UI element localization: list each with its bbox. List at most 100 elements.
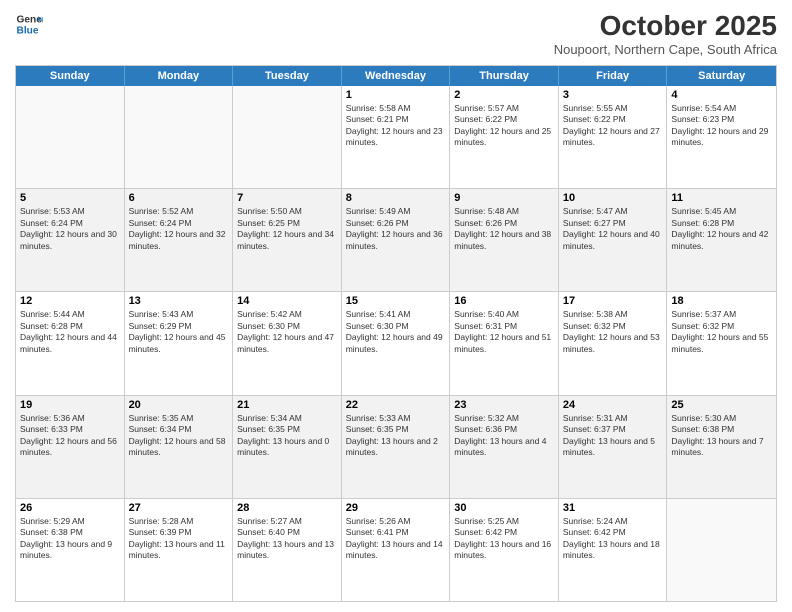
- cell-info: Sunrise: 5:50 AMSunset: 6:25 PMDaylight:…: [237, 206, 337, 252]
- cal-cell-15: 15 Sunrise: 5:41 AMSunset: 6:30 PMDayligh…: [342, 292, 451, 394]
- cal-cell-25: 25 Sunrise: 5:30 AMSunset: 6:38 PMDayligh…: [667, 396, 776, 498]
- cal-cell-31: 31Sunrise: 5:24 AMSunset: 6:42 PMDayligh…: [559, 499, 668, 601]
- cal-cell-11: 11Sunrise: 5:45 AMSunset: 6:28 PMDayligh…: [667, 189, 776, 291]
- week-row-5: 26Sunrise: 5:29 AMSunset: 6:38 PMDayligh…: [16, 499, 776, 601]
- cell-info: Sunrise: 5:36 AMSunset: 6:33 PMDaylight:…: [20, 413, 120, 459]
- cell-info: Sunrise: 5:48 AMSunset: 6:26 PMDaylight:…: [454, 206, 554, 252]
- cell-info: Sunrise: 5:57 AMSunset: 6:22 PMDaylight:…: [454, 103, 554, 149]
- calendar-header: SundayMondayTuesdayWednesdayThursdayFrid…: [16, 66, 776, 86]
- day-number: 20: [129, 399, 229, 411]
- cell-info: Sunrise: 5:37 AMSunset: 6:32 PMDaylight:…: [671, 309, 772, 355]
- day-number: 24: [563, 399, 663, 411]
- cal-cell-29: 29 Sunrise: 5:26 AMSunset: 6:41 PMDayligh…: [342, 499, 451, 601]
- cal-cell-5: 5 Sunrise: 5:53 AMSunset: 6:24 PMDaylight…: [16, 189, 125, 291]
- cell-info: Sunrise: 5:34 AMSunset: 6:35 PMDaylight:…: [237, 413, 337, 459]
- cell-info: Sunrise: 5:58 AMSunset: 6:21 PMDaylight:…: [346, 103, 446, 149]
- cell-info: Sunrise: 5:35 AMSunset: 6:34 PMDaylight:…: [129, 413, 229, 459]
- day-number: 29: [346, 502, 446, 514]
- cal-cell-19: 19 Sunrise: 5:36 AMSunset: 6:33 PMDayligh…: [16, 396, 125, 498]
- day-number: 22: [346, 399, 446, 411]
- day-number: 6: [129, 192, 229, 204]
- cal-cell-10: 10 Sunrise: 5:47 AMSunset: 6:27 PMDayligh…: [559, 189, 668, 291]
- svg-text:Blue: Blue: [17, 25, 39, 36]
- cal-cell-30: 30 Sunrise: 5:25 AMSunset: 6:42 PMDayligh…: [450, 499, 559, 601]
- day-header-friday: Friday: [559, 66, 668, 86]
- cal-cell-empty: [667, 499, 776, 601]
- cal-cell-7: 7 Sunrise: 5:50 AMSunset: 6:25 PMDaylight…: [233, 189, 342, 291]
- day-number: 2: [454, 89, 554, 101]
- day-number: 17: [563, 295, 663, 307]
- day-number: 1: [346, 89, 446, 101]
- week-row-3: 12Sunrise: 5:44 AMSunset: 6:28 PMDayligh…: [16, 292, 776, 395]
- cell-info: Sunrise: 5:55 AMSunset: 6:22 PMDaylight:…: [563, 103, 663, 149]
- cal-cell-6: 6 Sunrise: 5:52 AMSunset: 6:24 PMDaylight…: [125, 189, 234, 291]
- cal-cell-empty: [16, 86, 125, 188]
- week-row-2: 5 Sunrise: 5:53 AMSunset: 6:24 PMDaylight…: [16, 189, 776, 292]
- week-row-1: 1 Sunrise: 5:58 AMSunset: 6:21 PMDaylight…: [16, 86, 776, 189]
- cal-cell-1: 1 Sunrise: 5:58 AMSunset: 6:21 PMDaylight…: [342, 86, 451, 188]
- day-header-saturday: Saturday: [667, 66, 776, 86]
- cal-cell-18: 18 Sunrise: 5:37 AMSunset: 6:32 PMDayligh…: [667, 292, 776, 394]
- day-number: 18: [671, 295, 772, 307]
- cell-info: Sunrise: 5:27 AMSunset: 6:40 PMDaylight:…: [237, 516, 337, 562]
- cell-info: Sunrise: 5:49 AMSunset: 6:26 PMDaylight:…: [346, 206, 446, 252]
- day-number: 19: [20, 399, 120, 411]
- week-row-4: 19 Sunrise: 5:36 AMSunset: 6:33 PMDayligh…: [16, 396, 776, 499]
- cell-info: Sunrise: 5:32 AMSunset: 6:36 PMDaylight:…: [454, 413, 554, 459]
- day-header-tuesday: Tuesday: [233, 66, 342, 86]
- day-number: 21: [237, 399, 337, 411]
- day-header-sunday: Sunday: [16, 66, 125, 86]
- day-number: 28: [237, 502, 337, 514]
- cell-info: Sunrise: 5:24 AMSunset: 6:42 PMDaylight:…: [563, 516, 663, 562]
- logo-icon: General Blue: [15, 10, 43, 38]
- cell-info: Sunrise: 5:54 AMSunset: 6:23 PMDaylight:…: [671, 103, 772, 149]
- cell-info: Sunrise: 5:53 AMSunset: 6:24 PMDaylight:…: [20, 206, 120, 252]
- day-number: 4: [671, 89, 772, 101]
- day-number: 13: [129, 295, 229, 307]
- cell-info: Sunrise: 5:38 AMSunset: 6:32 PMDaylight:…: [563, 309, 663, 355]
- day-number: 8: [346, 192, 446, 204]
- cal-cell-24: 24 Sunrise: 5:31 AMSunset: 6:37 PMDayligh…: [559, 396, 668, 498]
- month-title: October 2025: [554, 10, 777, 42]
- location: Noupoort, Northern Cape, South Africa: [554, 42, 777, 57]
- cal-cell-empty: [125, 86, 234, 188]
- cell-info: Sunrise: 5:30 AMSunset: 6:38 PMDaylight:…: [671, 413, 772, 459]
- day-number: 7: [237, 192, 337, 204]
- cal-cell-14: 14Sunrise: 5:42 AMSunset: 6:30 PMDayligh…: [233, 292, 342, 394]
- day-number: 12: [20, 295, 120, 307]
- day-header-thursday: Thursday: [450, 66, 559, 86]
- cell-info: Sunrise: 5:43 AMSunset: 6:29 PMDaylight:…: [129, 309, 229, 355]
- cal-cell-21: 21 Sunrise: 5:34 AMSunset: 6:35 PMDayligh…: [233, 396, 342, 498]
- day-header-wednesday: Wednesday: [342, 66, 451, 86]
- calendar-body: 1 Sunrise: 5:58 AMSunset: 6:21 PMDaylight…: [16, 86, 776, 601]
- day-number: 11: [671, 192, 772, 204]
- day-number: 15: [346, 295, 446, 307]
- cal-cell-13: 13 Sunrise: 5:43 AMSunset: 6:29 PMDayligh…: [125, 292, 234, 394]
- cal-cell-26: 26Sunrise: 5:29 AMSunset: 6:38 PMDayligh…: [16, 499, 125, 601]
- day-number: 5: [20, 192, 120, 204]
- day-number: 10: [563, 192, 663, 204]
- cell-info: Sunrise: 5:42 AMSunset: 6:30 PMDaylight:…: [237, 309, 337, 355]
- cal-cell-22: 22 Sunrise: 5:33 AMSunset: 6:35 PMDayligh…: [342, 396, 451, 498]
- cell-info: Sunrise: 5:41 AMSunset: 6:30 PMDaylight:…: [346, 309, 446, 355]
- day-number: 26: [20, 502, 120, 514]
- cal-cell-20: 20 Sunrise: 5:35 AMSunset: 6:34 PMDayligh…: [125, 396, 234, 498]
- cal-cell-23: 23Sunrise: 5:32 AMSunset: 6:36 PMDayligh…: [450, 396, 559, 498]
- day-number: 9: [454, 192, 554, 204]
- cal-cell-16: 16Sunrise: 5:40 AMSunset: 6:31 PMDayligh…: [450, 292, 559, 394]
- cell-info: Sunrise: 5:33 AMSunset: 6:35 PMDaylight:…: [346, 413, 446, 459]
- cell-info: Sunrise: 5:25 AMSunset: 6:42 PMDaylight:…: [454, 516, 554, 562]
- cal-cell-2: 2 Sunrise: 5:57 AMSunset: 6:22 PMDaylight…: [450, 86, 559, 188]
- cal-cell-9: 9 Sunrise: 5:48 AMSunset: 6:26 PMDaylight…: [450, 189, 559, 291]
- cell-info: Sunrise: 5:52 AMSunset: 6:24 PMDaylight:…: [129, 206, 229, 252]
- calendar: SundayMondayTuesdayWednesdayThursdayFrid…: [15, 65, 777, 602]
- title-block: October 2025 Noupoort, Northern Cape, So…: [554, 10, 777, 57]
- cell-info: Sunrise: 5:26 AMSunset: 6:41 PMDaylight:…: [346, 516, 446, 562]
- cell-info: Sunrise: 5:31 AMSunset: 6:37 PMDaylight:…: [563, 413, 663, 459]
- day-header-monday: Monday: [125, 66, 234, 86]
- cell-info: Sunrise: 5:47 AMSunset: 6:27 PMDaylight:…: [563, 206, 663, 252]
- day-number: 30: [454, 502, 554, 514]
- cal-cell-17: 17 Sunrise: 5:38 AMSunset: 6:32 PMDayligh…: [559, 292, 668, 394]
- cal-cell-28: 28 Sunrise: 5:27 AMSunset: 6:40 PMDayligh…: [233, 499, 342, 601]
- day-number: 25: [671, 399, 772, 411]
